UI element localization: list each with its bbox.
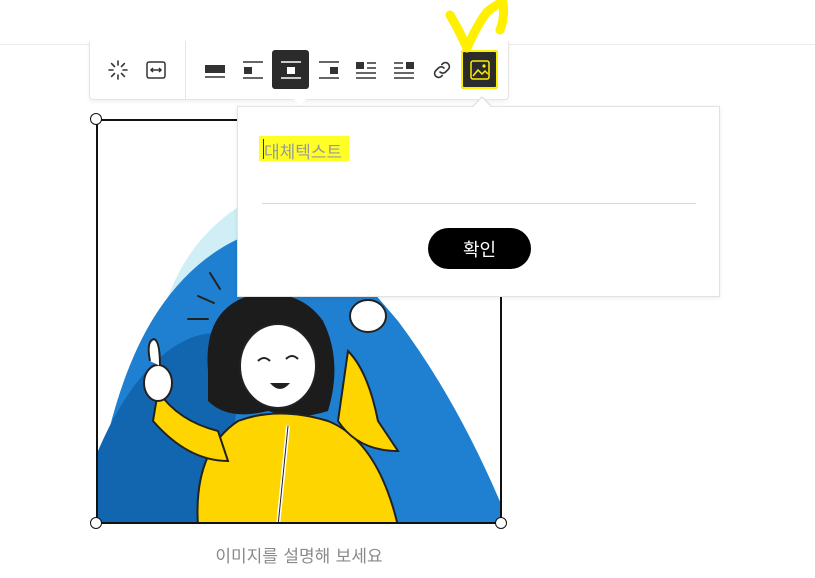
align-full-button[interactable]: [196, 50, 233, 89]
align-right-button[interactable]: [310, 50, 347, 89]
highlight-scribble-icon: [445, 0, 509, 53]
wrap-right-icon: [393, 61, 414, 79]
wrap-left-icon: [355, 61, 376, 79]
text-cursor: [263, 139, 264, 159]
alt-text-popover: 대체텍스트 확인: [237, 106, 720, 297]
alt-text-underline: [262, 203, 696, 204]
loading-sparkle-button[interactable]: [99, 50, 136, 89]
wrap-left-button[interactable]: [347, 50, 384, 89]
loading-sparkle-icon: [107, 59, 128, 80]
align-center-button[interactable]: [272, 50, 309, 89]
resize-handle-bottom-left[interactable]: [90, 517, 102, 529]
align-left-icon: [242, 60, 263, 79]
fit-width-button[interactable]: [137, 50, 174, 89]
alt-text-input[interactable]: [262, 135, 696, 175]
popover-caret: [473, 98, 491, 107]
resize-handle-bottom-right[interactable]: [495, 517, 507, 529]
toolbar-divider: [185, 41, 186, 99]
image-caption-placeholder[interactable]: 이미지를 설명해 보세요: [96, 542, 502, 567]
link-icon: [433, 61, 450, 78]
fit-width-icon: [145, 60, 166, 79]
align-center-icon: [280, 60, 301, 79]
resize-handle-top-left[interactable]: [90, 113, 102, 125]
wrap-right-button[interactable]: [385, 50, 422, 89]
confirm-button[interactable]: 확인: [428, 228, 531, 269]
align-full-icon: [204, 64, 225, 78]
toolbar-caret: [293, 98, 307, 106]
align-left-button[interactable]: [234, 50, 271, 89]
alt-text-image-icon: [469, 59, 490, 80]
align-right-icon: [318, 60, 339, 79]
